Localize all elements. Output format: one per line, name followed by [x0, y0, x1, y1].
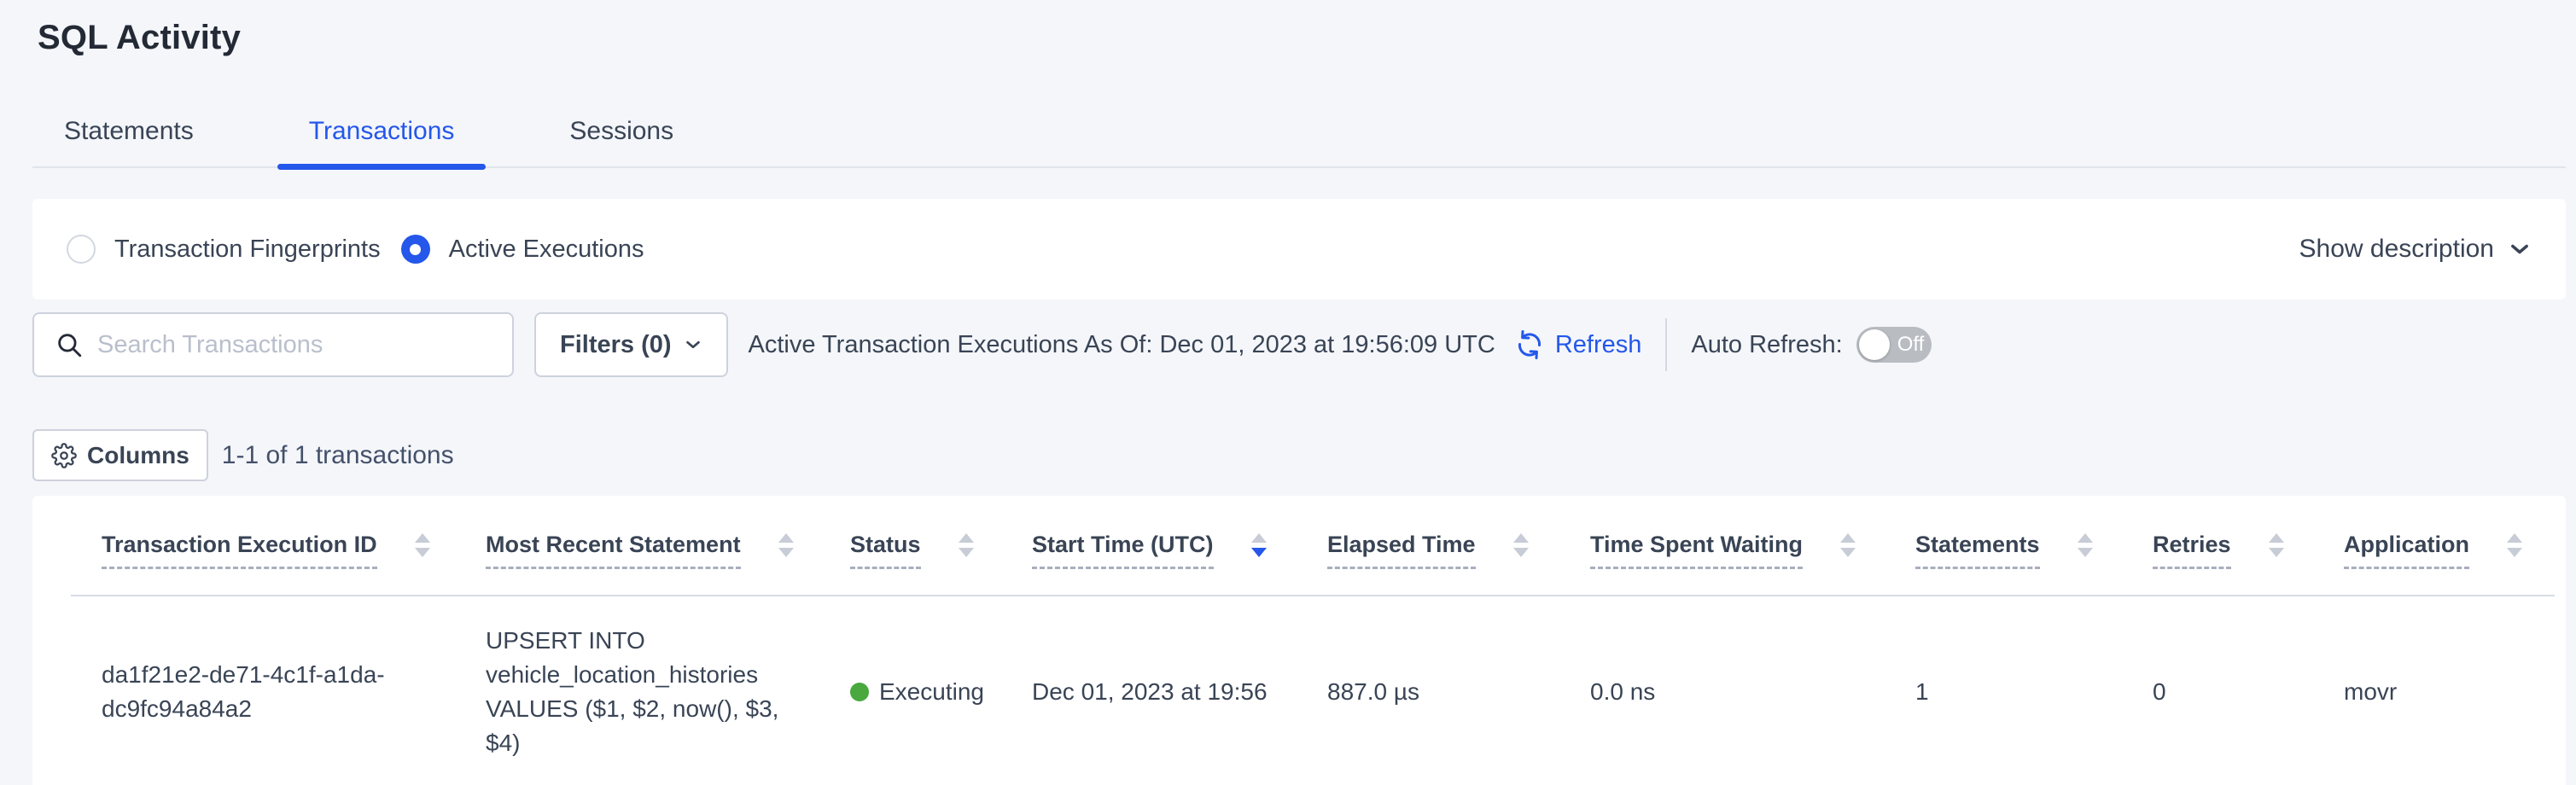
table-toolbar: Columns 1-1 of 1 transactions: [32, 429, 2566, 481]
refresh-icon: [1512, 328, 1547, 362]
search-input[interactable]: [97, 331, 504, 359]
cell-retries: 0: [2122, 596, 2313, 785]
tab-bar: Statements Transactions Sessions: [32, 108, 2566, 168]
toggle-knob: [1859, 329, 1890, 360]
gear-icon: [51, 443, 77, 468]
filters-button[interactable]: Filters (0): [534, 312, 728, 377]
chevron-down-icon: [684, 335, 702, 354]
column-header-transaction-execution-id[interactable]: Transaction Execution ID: [71, 496, 455, 596]
cell-time-spent-waiting: 0.0 ns: [1559, 596, 1885, 785]
column-header-most-recent-statement[interactable]: Most Recent Statement: [455, 496, 819, 596]
radio-active-executions[interactable]: Active Executions: [401, 235, 644, 264]
cell-status: Executing: [819, 596, 1001, 785]
sort-icon: [2269, 533, 2284, 557]
column-header-application[interactable]: Application: [2313, 496, 2555, 596]
refresh-label: Refresh: [1555, 331, 1642, 359]
radio-label: Active Executions: [449, 236, 644, 264]
sort-icon: [778, 533, 794, 557]
table-header-row: Transaction Execution ID Most Recent Sta…: [71, 496, 2555, 596]
sort-icon: [1251, 533, 1267, 557]
show-description-button[interactable]: Show description: [2299, 235, 2532, 264]
filters-button-label: Filters (0): [560, 331, 672, 359]
radio-unselected-icon[interactable]: [67, 235, 96, 264]
auto-refresh-toggle[interactable]: Off: [1856, 327, 1932, 363]
radio-selected-icon[interactable]: [401, 235, 430, 264]
chevron-down-icon: [2508, 237, 2532, 261]
controls-row: Filters (0) Active Transaction Execution…: [32, 312, 2566, 377]
sort-icon: [415, 533, 430, 557]
page-title: SQL Activity: [32, 0, 2566, 57]
search-icon: [55, 330, 84, 359]
view-mode-card: Transaction Fingerprints Active Executio…: [32, 199, 2566, 299]
toggle-state-label: Off: [1897, 333, 1925, 357]
sort-icon: [2507, 533, 2522, 557]
refresh-button[interactable]: Refresh: [1512, 328, 1642, 362]
as-of-text: Active Transaction Executions As Of: Dec…: [749, 331, 1495, 359]
result-count: 1-1 of 1 transactions: [222, 441, 454, 470]
column-header-retries[interactable]: Retries: [2122, 496, 2313, 596]
search-box[interactable]: [32, 312, 514, 377]
column-header-time-spent-waiting[interactable]: Time Spent Waiting: [1559, 496, 1885, 596]
column-header-elapsed-time[interactable]: Elapsed Time: [1297, 496, 1559, 596]
cell-transaction-execution-id: da1f21e2-de71-4c1f-a1da-dc9fc94a84a2: [71, 596, 455, 785]
sort-icon: [1840, 533, 1856, 557]
cell-application: movr: [2313, 596, 2555, 785]
columns-button-label: Columns: [87, 442, 189, 469]
tab-transactions[interactable]: Transactions: [277, 108, 487, 166]
radio-label: Transaction Fingerprints: [114, 236, 381, 264]
columns-button[interactable]: Columns: [32, 429, 208, 481]
vertical-divider: [1665, 318, 1667, 371]
cell-most-recent-statement: UPSERT INTO vehicle_location_histories V…: [455, 596, 819, 785]
status-label: Executing: [879, 675, 984, 709]
cell-start-time: Dec 01, 2023 at 19:56: [1001, 596, 1297, 785]
sort-icon: [959, 533, 974, 557]
tab-statements[interactable]: Statements: [32, 108, 225, 166]
status-executing-dot: [850, 683, 869, 701]
column-header-start-time[interactable]: Start Time (UTC): [1001, 496, 1297, 596]
cell-elapsed-time: 887.0 µs: [1297, 596, 1559, 785]
table-row[interactable]: da1f21e2-de71-4c1f-a1da-dc9fc94a84a2 UPS…: [71, 596, 2555, 785]
transactions-table-card: Transaction Execution ID Most Recent Sta…: [32, 496, 2566, 785]
sort-icon: [2078, 533, 2093, 557]
column-header-statements[interactable]: Statements: [1885, 496, 2122, 596]
sort-icon: [1513, 533, 1529, 557]
tab-sessions[interactable]: Sessions: [538, 108, 705, 166]
column-header-status[interactable]: Status: [819, 496, 1001, 596]
show-description-label: Show description: [2299, 235, 2494, 264]
auto-refresh-label: Auto Refresh:: [1691, 331, 1842, 359]
sql-activity-page: SQL Activity Statements Transactions Ses…: [0, 0, 2576, 785]
transactions-table: Transaction Execution ID Most Recent Sta…: [71, 496, 2555, 785]
radio-transaction-fingerprints[interactable]: Transaction Fingerprints: [67, 235, 381, 264]
cell-statements: 1: [1885, 596, 2122, 785]
